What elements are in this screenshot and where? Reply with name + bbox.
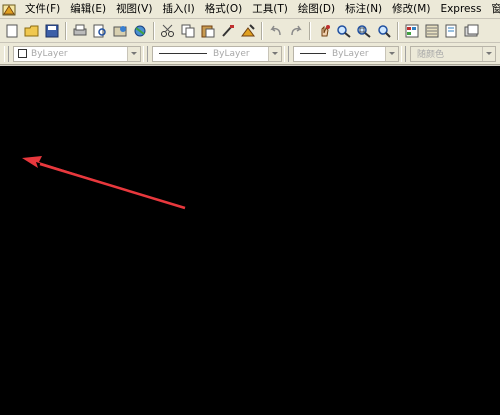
chevron-down-icon[interactable]: [482, 46, 495, 61]
publish-icon[interactable]: [111, 22, 129, 40]
cut-icon[interactable]: [159, 22, 177, 40]
menu-dimension[interactable]: 标注(N): [340, 0, 387, 18]
match-properties-icon[interactable]: [219, 22, 237, 40]
pan-icon[interactable]: [315, 22, 333, 40]
open-folder-icon[interactable]: [23, 22, 41, 40]
save-icon[interactable]: [43, 22, 61, 40]
sheet-set-icon[interactable]: [463, 22, 481, 40]
properties-toolbar: ByLayer ByLayer ByLayer 随颜色: [0, 43, 500, 65]
linetype-preview: [159, 53, 207, 54]
color-control-value: ByLayer: [31, 48, 68, 59]
toolbar-separator: [261, 21, 263, 40]
lineweight-control-value: ByLayer: [332, 48, 369, 59]
plotstyle-control-select[interactable]: 随颜色: [410, 45, 496, 62]
menu-file[interactable]: 文件(F): [20, 0, 65, 18]
linetype-control-value: ByLayer: [213, 48, 250, 59]
design-center-icon[interactable]: [423, 22, 441, 40]
lineweight-preview: [300, 53, 326, 54]
lineweight-control-select[interactable]: ByLayer: [293, 45, 399, 62]
toolbar-grip[interactable]: [4, 45, 9, 62]
menu-view[interactable]: 视图(V): [111, 0, 157, 18]
menu-window[interactable]: 窗口: [486, 0, 500, 18]
print-preview-icon[interactable]: [91, 22, 109, 40]
undo-icon[interactable]: [267, 22, 285, 40]
copy-icon[interactable]: [179, 22, 197, 40]
menu-draw[interactable]: 绘图(D): [293, 0, 340, 18]
globe-icon[interactable]: [131, 22, 149, 40]
toolbar-separator: [397, 21, 399, 40]
menu-tools[interactable]: 工具(T): [247, 0, 293, 18]
standard-toolbar: [0, 19, 500, 43]
redo-icon[interactable]: [287, 22, 305, 40]
toolbar-grip[interactable]: [401, 45, 406, 62]
tool-palettes-icon[interactable]: [443, 22, 461, 40]
linetype-control-select[interactable]: ByLayer: [152, 45, 282, 62]
block-editor-icon[interactable]: [239, 22, 257, 40]
new-file-icon[interactable]: [3, 22, 21, 40]
toolbar-separator: [65, 21, 67, 40]
menu-format[interactable]: 格式(O): [200, 0, 247, 18]
app-logo-icon[interactable]: [2, 2, 16, 16]
menu-modify[interactable]: 修改(M): [387, 0, 435, 18]
toolbar-grip[interactable]: [143, 45, 148, 62]
plotstyle-control-value: 随颜色: [417, 50, 445, 60]
chevron-down-icon[interactable]: [268, 46, 281, 61]
menu-express[interactable]: Express: [435, 0, 486, 18]
zoom-window-icon[interactable]: [355, 22, 373, 40]
menu-bar: 文件(F) 编辑(E) 视图(V) 插入(I) 格式(O) 工具(T) 绘图(D…: [0, 0, 500, 19]
properties-icon[interactable]: [403, 22, 421, 40]
chevron-down-icon[interactable]: [127, 46, 140, 61]
menu-edit[interactable]: 编辑(E): [65, 0, 111, 18]
color-control-select[interactable]: ByLayer: [13, 45, 141, 62]
zoom-previous-icon[interactable]: [375, 22, 393, 40]
toolbar-grip[interactable]: [284, 45, 289, 62]
color-swatch: [18, 49, 27, 58]
menu-insert[interactable]: 插入(I): [157, 0, 199, 18]
paste-icon[interactable]: [199, 22, 217, 40]
toolbar-separator: [309, 21, 311, 40]
toolbar-separator: [153, 21, 155, 40]
red-arrow-annotation: [22, 156, 186, 210]
chevron-down-icon[interactable]: [385, 46, 398, 61]
zoom-realtime-icon[interactable]: [335, 22, 353, 40]
print-icon[interactable]: [71, 22, 89, 40]
arrow-shaft: [39, 162, 186, 210]
drawing-canvas[interactable]: [0, 66, 500, 415]
